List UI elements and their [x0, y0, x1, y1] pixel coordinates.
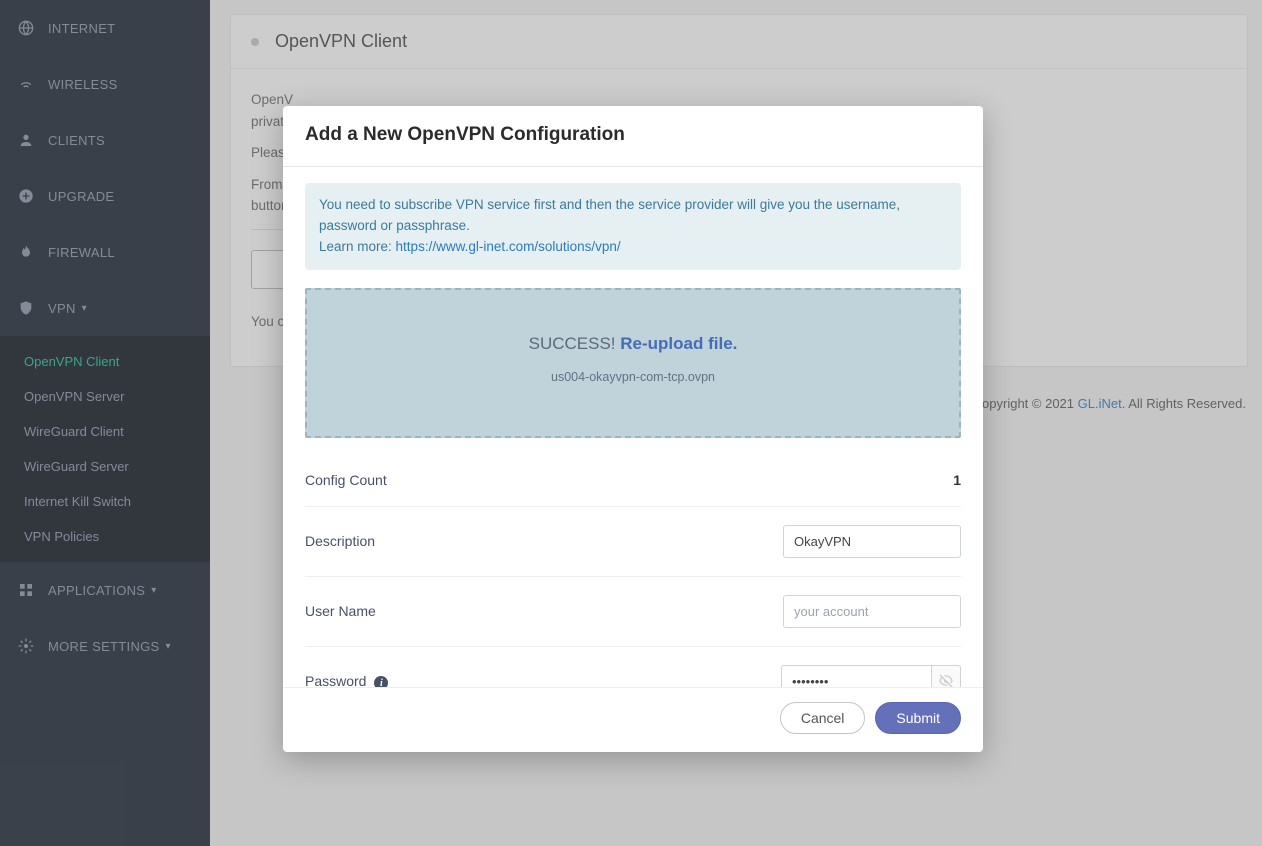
upload-success-label: SUCCESS!: [529, 334, 621, 353]
config-count-label: Config Count: [305, 472, 953, 488]
modal-title: Add a New OpenVPN Configuration: [305, 124, 961, 146]
uploaded-filename: us004-okayvpn-com-tcp.ovpn: [317, 370, 949, 384]
field-row-username: User Name: [305, 577, 961, 647]
info-icon[interactable]: i: [374, 676, 388, 687]
username-input[interactable]: [783, 595, 961, 628]
password-label: Password i: [305, 673, 781, 687]
username-label: User Name: [305, 603, 783, 619]
field-row-description: Description: [305, 507, 961, 577]
field-row-password: Password i: [305, 647, 961, 687]
upload-dropzone[interactable]: SUCCESS! Re-upload file. us004-okayvpn-c…: [305, 288, 961, 438]
config-count-value: 1: [953, 472, 961, 488]
toggle-password-visibility[interactable]: [931, 665, 961, 687]
reupload-link[interactable]: Re-upload file.: [620, 334, 737, 353]
learn-more-link[interactable]: https://www.gl-inet.com/solutions/vpn/: [396, 239, 621, 254]
modal-body: You need to subscribe VPN service first …: [283, 167, 983, 687]
field-row-config-count: Config Count 1: [305, 454, 961, 507]
submit-button[interactable]: Submit: [875, 702, 961, 734]
eye-off-icon: [938, 673, 954, 687]
modal-footer: Cancel Submit: [283, 687, 983, 752]
password-input[interactable]: [781, 665, 931, 687]
description-label: Description: [305, 533, 783, 549]
cancel-button[interactable]: Cancel: [780, 702, 866, 734]
modal-header: Add a New OpenVPN Configuration: [283, 106, 983, 167]
info-box: You need to subscribe VPN service first …: [305, 183, 961, 270]
modal-add-openvpn: Add a New OpenVPN Configuration You need…: [283, 106, 983, 752]
description-input[interactable]: [783, 525, 961, 558]
